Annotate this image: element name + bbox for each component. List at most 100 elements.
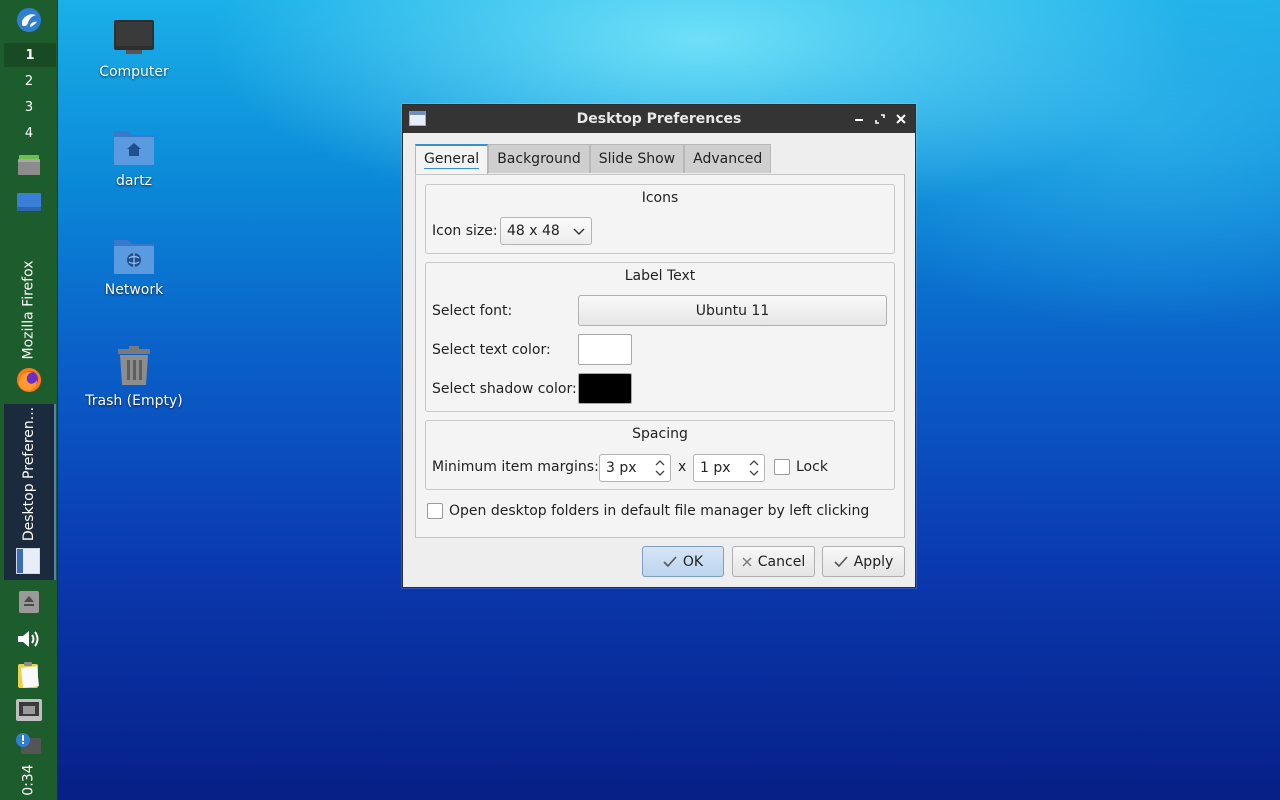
margin-y-spinbox[interactable]: 1 px [693,454,765,482]
tab-advanced[interactable]: Advanced [684,144,772,173]
spacing-group-title: Spacing [632,426,688,442]
icon-size-label: Icon size: [432,223,498,239]
workspace-1-button[interactable]: 1 [4,43,56,67]
network-tray-button[interactable] [0,696,58,724]
eject-icon [19,591,39,613]
ok-button[interactable]: OK [642,546,724,577]
workspace-2-button[interactable]: 2 [0,69,58,93]
icon-size-value: 48 x 48 [507,223,560,239]
desktop-icon-trash[interactable]: Trash (Empty) [79,345,189,409]
apply-button[interactable]: Apply [822,546,905,577]
tab-background[interactable]: Background [488,144,590,173]
task-desktop-preferences[interactable]: Desktop Preferen... [4,404,56,580]
desktop-icon-trash-label: Trash (Empty) [85,393,183,409]
tab-general[interactable]: General [415,144,489,174]
checkmark-icon [834,555,848,567]
margin-y-value: 1 px [700,460,731,476]
chevron-up-icon[interactable] [654,457,666,468]
show-desktop-icon [17,193,41,211]
desktop-icon-computer[interactable]: Computer [79,18,189,80]
select-font-label: Select font: [432,303,513,319]
notification-tray-button[interactable] [0,730,58,758]
open-folders-label: Open desktop folders in default file man… [449,503,870,519]
margin-separator: x [678,459,687,475]
desktop-icon-network[interactable]: Network [79,236,189,298]
open-folders-checkbox[interactable] [427,503,443,519]
firefox-icon [17,368,41,392]
margin-x-spinbox[interactable]: 3 px [599,454,671,482]
computer-icon [114,20,154,54]
desktop-icon-dartz[interactable]: dartz [79,127,189,189]
text-color-button[interactable] [578,334,632,365]
clipboard-icon [18,662,40,688]
workspace-3-button[interactable]: 3 [0,95,58,119]
workspace-4-button[interactable]: 4 [0,121,58,145]
checkmark-icon [663,555,677,567]
shadow-color-button[interactable] [578,373,632,404]
minimize-icon [855,119,863,121]
eject-tray-button[interactable] [0,588,58,616]
desktop-icon-computer-label: Computer [99,64,169,80]
margin-y-stepper[interactable] [748,457,760,479]
maximize-icon [875,114,885,124]
file-manager-launcher[interactable] [0,150,58,180]
task-desktop-preferences-text: Desktop Preferen... [0,404,58,544]
firefox-task-icon-wrap[interactable] [0,365,58,395]
lock-label: Lock [796,459,828,475]
home-folder-icon [114,131,154,165]
close-icon [896,114,906,124]
apply-button-label: Apply [853,553,894,570]
chevron-down-icon[interactable] [654,468,666,479]
lock-checkbox[interactable] [774,459,790,475]
select-font-button[interactable]: Ubuntu 11 [578,295,887,326]
close-button[interactable] [891,109,911,129]
start-menu-button[interactable] [0,6,58,34]
margin-x-stepper[interactable] [654,457,666,479]
icons-group: Icons Icon size: 48 x 48 [425,184,895,254]
left-panel: 1 2 3 4 Mozilla Firefox Desktop Preferen… [0,0,58,800]
minimize-button[interactable] [849,109,869,129]
tab-slide-show-label: Slide Show [598,151,676,167]
maximize-button[interactable] [870,109,890,129]
clock[interactable]: 0:34 [0,762,58,798]
task-firefox[interactable]: Mozilla Firefox [0,254,58,366]
icon-size-select[interactable]: 48 x 48 [500,217,592,245]
icons-group-title: Icons [641,190,679,206]
workspace-2-label: 2 [24,73,34,89]
clock-label: 0:34 [20,764,37,796]
chevron-down-icon [573,228,585,235]
close-icon [742,557,752,566]
ok-button-label: OK [682,553,704,570]
desktop-icon-network-label: Network [104,282,164,298]
tab-bar: General Background Slide Show Advanced [415,144,772,174]
dialog-title: Desktop Preferences [576,111,742,127]
workspace-1-label: 1 [25,47,35,63]
margin-x-value: 3 px [606,460,637,476]
notification-icon [16,733,41,754]
label-text-group: Label Text Select font: Ubuntu 11 Select… [425,262,895,412]
workspace-3-label: 3 [24,99,34,115]
cancel-button[interactable]: Cancel [732,546,815,577]
desktop-preferences-task-icon [16,548,40,574]
show-desktop-launcher[interactable] [0,188,58,218]
volume-icon [18,631,39,647]
desktop-icon-dartz-label: dartz [115,173,153,189]
select-shadow-color-label: Select shadow color: [432,381,577,397]
chevron-down-icon[interactable] [748,468,760,479]
lxqt-logo-icon [17,8,41,32]
dialog-titlebar[interactable]: Desktop Preferences [403,105,915,133]
tab-advanced-label: Advanced [693,151,763,167]
select-text-color-label: Select text color: [432,342,551,358]
cancel-button-label: Cancel [757,553,806,570]
tab-slide-show[interactable]: Slide Show [589,144,685,173]
label-text-group-title: Label Text [624,268,696,284]
select-font-value: Ubuntu 11 [695,302,770,319]
task-desktop-preferences-label: Desktop Preferen... [21,406,37,542]
network-wired-icon [16,699,42,721]
clipboard-tray-button[interactable] [0,660,58,690]
volume-tray-button[interactable] [0,625,58,653]
chevron-up-icon[interactable] [748,457,760,468]
desktop-preferences-dialog: Desktop Preferences General Background S… [402,104,916,588]
general-tab-panel: Icons Icon size: 48 x 48 Label Text Sele… [415,174,905,538]
task-firefox-label: Mozilla Firefox [21,260,37,360]
